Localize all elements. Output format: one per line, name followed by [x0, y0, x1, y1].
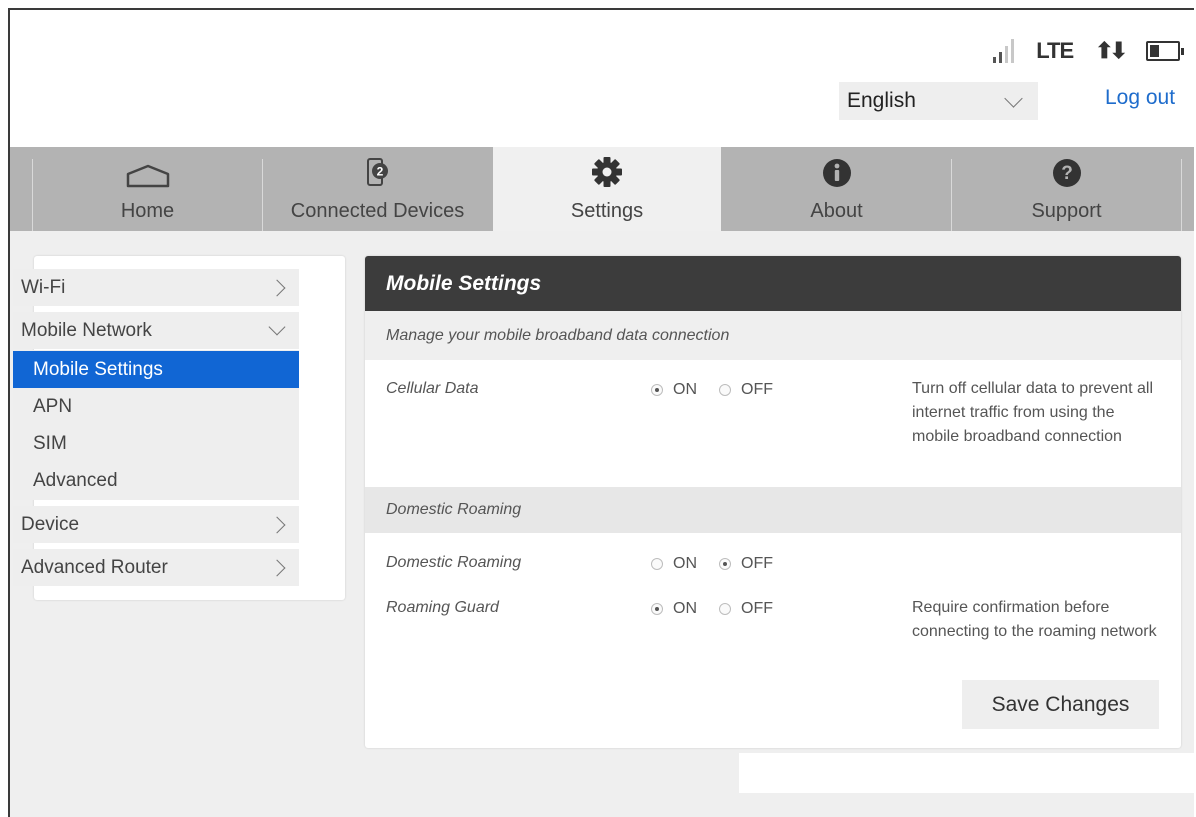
domestic-roaming-radio-group: ON OFF [651, 555, 795, 573]
radio-label: ON [673, 600, 697, 617]
chevron-right-icon [268, 559, 286, 576]
radio-label: ON [673, 555, 697, 572]
language-select[interactable]: English [839, 82, 1038, 120]
tab-support[interactable]: ? Support [952, 147, 1181, 231]
cellular-data-on-option[interactable]: ON [651, 381, 697, 399]
sidebar-item-label: Device [21, 513, 80, 535]
roaming-guard-label: Roaming Guard [386, 599, 499, 616]
domestic-roaming-label: Domestic Roaming [386, 554, 522, 571]
sidebar-item-mobile-settings[interactable]: Mobile Settings [13, 351, 299, 388]
roaming-guard-on-option[interactable]: ON [651, 600, 697, 618]
mobile-settings-panel: Mobile Settings Manage your mobile broad… [365, 256, 1181, 748]
sidebar-item-advanced[interactable]: Advanced [13, 462, 299, 499]
domestic-roaming-section-header: Domestic Roaming [365, 487, 1181, 533]
chevron-right-icon [268, 279, 286, 296]
chevron-down-icon [268, 318, 286, 335]
connected-devices-icon: 2 [363, 158, 393, 194]
sidebar-item-mobile-network[interactable]: Mobile Network [13, 312, 299, 349]
cellular-data-off-option[interactable]: OFF [719, 381, 773, 399]
sidebar-item-wifi[interactable]: Wi-Fi [13, 269, 299, 306]
status-icons: LTE ⬆⬇ [993, 38, 1184, 64]
radio-button[interactable] [719, 603, 731, 615]
tab-home[interactable]: Home [33, 147, 262, 231]
up-down-arrows-icon: ⬆⬇ [1095, 38, 1128, 63]
tab-label: Home [120, 200, 175, 222]
blank-area [739, 753, 1194, 793]
radio-button-checked[interactable] [719, 558, 731, 570]
sidebar-item-advanced-router[interactable]: Advanced Router [13, 549, 299, 586]
domestic-roaming-off-option[interactable]: OFF [719, 555, 773, 573]
sidebar-item-device[interactable]: Device [13, 506, 299, 543]
tab-label: Support [1031, 200, 1102, 222]
radio-label: OFF [741, 600, 773, 617]
signal-strength-icon [993, 39, 1015, 63]
tab-connected-devices[interactable]: 2 Connected Devices [263, 147, 492, 231]
chevron-down-icon [1004, 88, 1023, 108]
language-select-value: English [847, 89, 916, 112]
panel-subtitle: Manage your mobile broadband data connec… [365, 311, 1181, 360]
chevron-right-icon [268, 516, 286, 533]
roaming-guard-description: Require confirmation before connecting t… [912, 599, 1157, 640]
home-icon [125, 164, 171, 194]
main-nav: Home 2 Connected Devices Settings About … [10, 147, 1194, 231]
gear-icon [591, 156, 623, 194]
panel-title: Mobile Settings [365, 256, 1181, 311]
sidebar-item-label: Advanced Router [21, 556, 168, 578]
logout-link[interactable]: Log out [1105, 86, 1175, 110]
radio-button-checked[interactable] [651, 384, 663, 396]
sidebar-item-sim[interactable]: SIM [13, 425, 299, 462]
device-count-badge: 2 [376, 165, 383, 179]
question-icon: ? [1052, 158, 1082, 194]
roaming-guard-off-option[interactable]: OFF [719, 600, 773, 618]
network-type-label: LTE [1036, 38, 1074, 63]
tab-about[interactable]: About [722, 147, 951, 231]
radio-label: OFF [741, 381, 773, 398]
sidebar-item-apn[interactable]: APN [13, 388, 299, 425]
sidebar-item-label: Wi-Fi [21, 276, 66, 298]
radio-label: OFF [741, 555, 773, 572]
radio-button[interactable] [719, 384, 731, 396]
svg-text:?: ? [1061, 163, 1073, 184]
tab-label: About [810, 200, 863, 222]
radio-button-checked[interactable] [651, 603, 663, 615]
cellular-data-label: Cellular Data [386, 380, 479, 397]
info-icon [822, 158, 852, 194]
battery-icon [1146, 41, 1184, 61]
sidebar-item-label: Mobile Network [21, 319, 152, 341]
save-changes-button[interactable]: Save Changes [962, 680, 1159, 729]
domestic-roaming-on-option[interactable]: ON [651, 555, 697, 573]
roaming-guard-radio-group: ON OFF [651, 600, 795, 618]
cellular-data-radio-group: ON OFF [651, 381, 795, 399]
cellular-data-description: Turn off cellular data to prevent all in… [912, 380, 1154, 445]
radio-label: ON [673, 381, 697, 398]
top-bar: LTE ⬆⬇ [10, 10, 1194, 147]
tab-label: Settings [570, 200, 644, 222]
radio-button[interactable] [651, 558, 663, 570]
tab-settings[interactable]: Settings [493, 147, 721, 231]
tab-label: Connected Devices [290, 200, 465, 222]
